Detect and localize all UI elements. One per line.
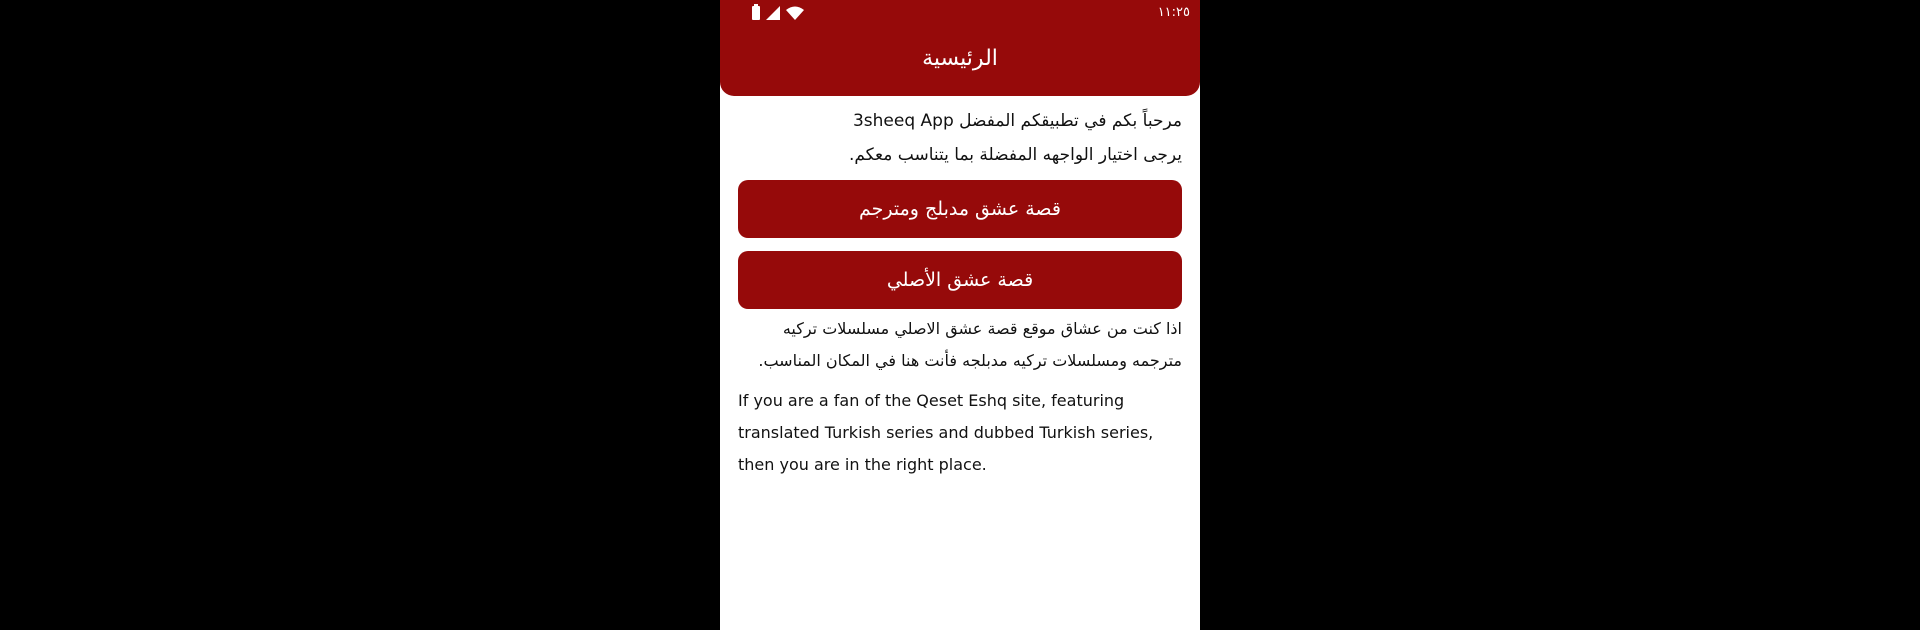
- page-title: الرئيسية: [922, 46, 998, 71]
- arabic-description-line: اذا كنت من عشاق موقع قصة عشق الاصلي مسلس…: [782, 319, 1182, 338]
- main-content: مرحباً بكم في تطبيقكم المفضل 3sheeq App …: [738, 104, 1182, 481]
- arabic-description-line: مترجمه ومسلسلات تركيه مدبلجه فأنت هنا في…: [758, 351, 1182, 370]
- status-bar: ١١:٢٥: [720, 0, 1200, 28]
- original-button[interactable]: قصة عشق الأصلي: [738, 251, 1182, 309]
- arabic-description: اذا كنت من عشاق موقع قصة عشق الاصلي مسلس…: [738, 313, 1182, 377]
- dubbed-translated-button[interactable]: قصة عشق مدبلج ومترجم: [738, 180, 1182, 238]
- app-bar: ١١:٢٥ الرئيسية: [720, 0, 1200, 96]
- english-description: If you are a fan of the Qeset Eshq site,…: [738, 391, 1154, 474]
- welcome-line: مرحباً بكم في تطبيقكم المفضل 3sheeq App: [852, 111, 1182, 131]
- signal-icon: [766, 6, 780, 20]
- wifi-icon: [786, 6, 804, 20]
- instruction-line: يرجى اختيار الواجهه المفضلة بما يتناسب م…: [848, 145, 1182, 165]
- app-screen: ١١:٢٥ الرئيسية مرحباً بكم في تطبيقكم الم…: [720, 0, 1200, 630]
- status-icons: [752, 4, 804, 20]
- battery-icon: [752, 4, 760, 20]
- status-time: ١١:٢٥: [1157, 5, 1190, 20]
